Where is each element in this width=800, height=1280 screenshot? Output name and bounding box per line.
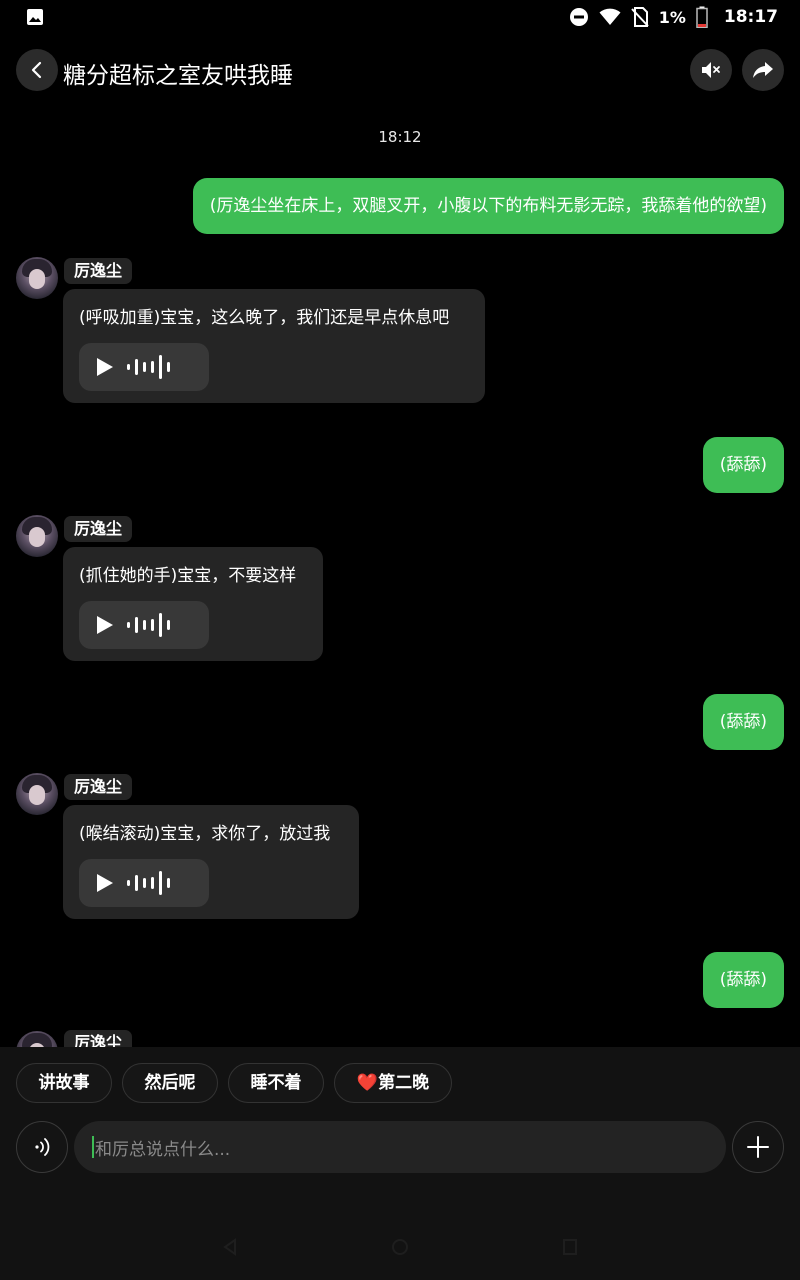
quick-reply-chip[interactable]: 讲故事 <box>16 1063 112 1103</box>
do-not-disturb-icon <box>569 8 588 26</box>
avatar[interactable] <box>16 773 58 815</box>
quick-reply-chip[interactable]: 睡不着 <box>228 1063 324 1103</box>
voice-input-button[interactable] <box>16 1121 68 1173</box>
chat-timestamp: 18:12 <box>378 128 422 146</box>
user-message[interactable]: (舔舔) <box>702 952 784 1008</box>
user-message[interactable]: (舔舔) <box>702 694 784 750</box>
status-bar: 1% 18:17 <box>0 0 800 34</box>
ai-message[interactable]: (喉结滚动)宝宝，求你了，放过我 <box>63 805 359 919</box>
back-button[interactable] <box>16 49 58 91</box>
battery-low-icon <box>696 6 708 28</box>
waveform-icon <box>127 355 170 379</box>
share-button[interactable] <box>742 49 784 91</box>
play-icon <box>97 358 113 376</box>
character-name: 厉逸尘 <box>64 774 133 800</box>
add-button[interactable] <box>732 1121 784 1173</box>
clock: 18:17 <box>723 7 778 27</box>
avatar[interactable] <box>16 257 58 299</box>
voice-play-button[interactable] <box>79 859 209 907</box>
message-text: (呼吸加重)宝宝，这么晚了，我们还是早点休息吧 <box>79 308 450 328</box>
quick-reply-chip[interactable]: ❤️第二晚 <box>334 1063 452 1103</box>
user-message[interactable]: (舔舔) <box>702 437 784 493</box>
user-message[interactable]: (厉逸尘坐在床上，双腿叉开，小腹以下的布料无影无踪，我舔着他的欲望) <box>192 178 784 234</box>
quick-reply-chip[interactable]: 然后呢 <box>122 1063 218 1103</box>
sound-waves-icon <box>35 1138 50 1156</box>
battery-percent: 1% <box>658 7 686 27</box>
chat-header: 糖分超标之室友哄我睡 <box>0 44 800 96</box>
waveform-icon <box>127 613 170 637</box>
share-arrow-icon <box>753 62 773 78</box>
nav-home-icon[interactable] <box>390 1237 410 1257</box>
message-text: (抓住她的手)宝宝，不要这样 <box>79 566 297 586</box>
character-name: 厉逸尘 <box>64 258 133 284</box>
character-name: 厉逸尘 <box>64 516 133 542</box>
voice-play-button[interactable] <box>79 601 209 649</box>
voice-play-button[interactable] <box>79 343 209 391</box>
ai-message[interactable]: (抓住她的手)宝宝，不要这样 <box>63 547 323 661</box>
page-title: 糖分超标之室友哄我睡 <box>63 63 293 89</box>
message-text: (厉逸尘坐在床上，双腿叉开，小腹以下的布料无影无踪，我舔着他的欲望) <box>209 196 767 216</box>
avatar[interactable] <box>16 515 58 557</box>
text-caret <box>92 1136 94 1158</box>
message-input[interactable]: 和厉总说点什么... <box>74 1121 726 1173</box>
system-nav-bar <box>0 1222 800 1272</box>
mute-button[interactable] <box>690 49 732 91</box>
nav-back-icon[interactable] <box>220 1237 240 1257</box>
waveform-icon <box>127 871 170 895</box>
message-text: (舔舔) <box>719 455 767 475</box>
plus-icon <box>747 1136 769 1158</box>
nav-recents-icon[interactable] <box>560 1237 580 1257</box>
speaker-mute-icon <box>702 62 720 78</box>
image-notification-icon <box>27 9 43 25</box>
no-sim-icon <box>630 7 649 27</box>
input-placeholder: 和厉总说点什么... <box>95 1139 231 1160</box>
play-icon <box>97 616 113 634</box>
ai-message[interactable]: (呼吸加重)宝宝，这么晚了，我们还是早点休息吧 <box>63 289 485 403</box>
message-text: (舔舔) <box>719 970 767 990</box>
wifi-icon <box>599 8 621 25</box>
play-icon <box>97 874 113 892</box>
chevron-left-icon <box>31 61 42 79</box>
message-text: (舔舔) <box>719 712 767 732</box>
message-text: (喉结滚动)宝宝，求你了，放过我 <box>79 824 331 844</box>
